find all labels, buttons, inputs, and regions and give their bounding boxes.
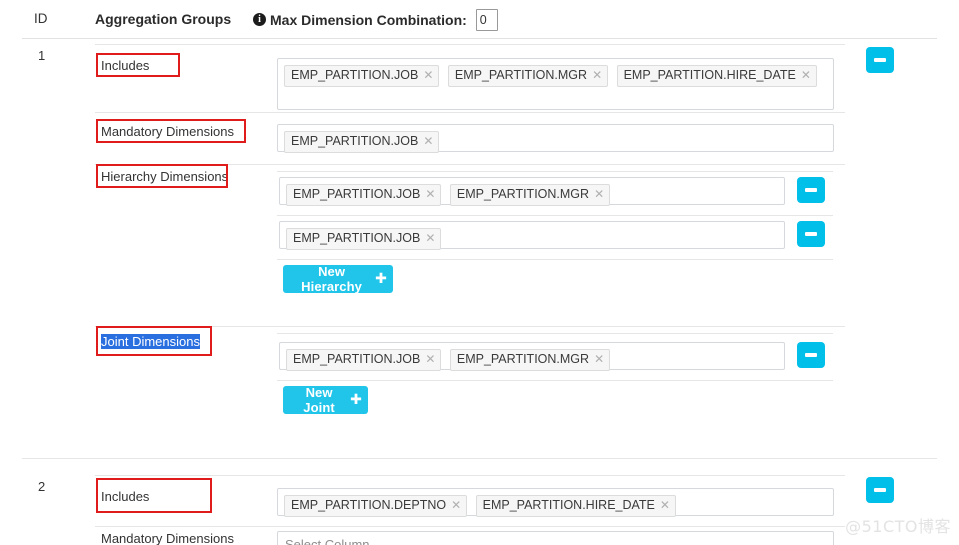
max-dimension-combination-label: Max Dimension Combination: [270, 12, 467, 28]
group-divider [22, 458, 937, 459]
hierarchy-tag-input-1-1[interactable]: EMP_PARTITION.JOB ✕ EMP_PARTITION.MGR ✕ [279, 177, 785, 206]
tag-label: EMP_PARTITION.JOB [291, 68, 419, 82]
tag-label: EMP_PARTITION.MGR [456, 352, 590, 366]
joint-tag-input-1-1[interactable]: EMP_PARTITION.JOB ✕ EMP_PARTITION.MGR ✕ [279, 342, 785, 371]
tag-chip[interactable]: EMP_PARTITION.JOB ✕ [286, 349, 442, 371]
tag-label: EMP_PARTITION.JOB [293, 231, 421, 245]
close-icon[interactable]: ✕ [451, 498, 461, 512]
row-divider [277, 333, 833, 334]
annotation-box-joint-1 [96, 326, 212, 356]
close-icon[interactable]: ✕ [423, 68, 433, 82]
new-hierarchy-label: New Hierarchy [301, 264, 363, 294]
close-icon[interactable]: ✕ [594, 187, 604, 201]
header-divider [22, 38, 937, 39]
mandatory-placeholder-2: Select Column [285, 537, 370, 545]
annotation-box-includes-2 [96, 478, 212, 513]
tag-label: EMP_PARTITION.DEPTNO [291, 498, 447, 512]
annotation-box-includes-1 [96, 53, 180, 77]
tag-chip[interactable]: EMP_PARTITION.JOB ✕ [286, 228, 442, 250]
row-divider [277, 171, 833, 172]
group-id-2: 2 [38, 479, 46, 494]
close-icon[interactable]: ✕ [423, 134, 433, 148]
row-divider [277, 259, 833, 260]
tag-chip[interactable]: EMP_PARTITION.MGR ✕ [449, 349, 611, 371]
close-icon[interactable]: ✕ [425, 231, 435, 245]
remove-hierarchy-button-2[interactable] [797, 221, 825, 247]
row-divider [95, 475, 845, 476]
watermark: @51CTO博客 [845, 517, 951, 536]
tag-chip[interactable]: EMP_PARTITION.MGR ✕ [449, 184, 611, 206]
row-divider [277, 215, 833, 216]
remove-group-button-1[interactable] [866, 47, 894, 73]
new-hierarchy-button[interactable]: New Hierarchy ✚ [283, 264, 393, 294]
aggregation-groups-page: ID Aggregation Groups i Max Dimension Co… [0, 0, 959, 545]
close-icon[interactable]: ✕ [660, 498, 670, 512]
new-joint-label: New Joint [303, 385, 335, 415]
includes-tag-input-2[interactable]: EMP_PARTITION.DEPTNO ✕ EMP_PARTITION.HIRE… [277, 488, 834, 517]
tag-chip[interactable]: EMP_PARTITION.DEPTNO ✕ [284, 495, 468, 517]
tag-label: EMP_PARTITION.JOB [293, 352, 421, 366]
mandatory-tag-input-1[interactable]: EMP_PARTITION.JOB ✕ [277, 124, 834, 153]
remove-hierarchy-button-1[interactable] [797, 177, 825, 203]
plus-icon: ✚ [350, 392, 362, 408]
plus-icon: ✚ [375, 271, 387, 287]
max-dimension-combination-group: i Max Dimension Combination: [253, 9, 498, 31]
annotation-box-hierarchy-1 [96, 164, 228, 188]
tag-label: EMP_PARTITION.JOB [293, 187, 421, 201]
row-divider [277, 380, 833, 381]
tag-chip[interactable]: EMP_PARTITION.JOB ✕ [284, 65, 440, 87]
row-divider [95, 112, 845, 113]
tag-chip[interactable]: EMP_PARTITION.HIRE_DATE ✕ [616, 65, 817, 87]
tag-label: EMP_PARTITION.MGR [454, 68, 588, 82]
tag-chip[interactable]: EMP_PARTITION.JOB ✕ [286, 184, 442, 206]
annotation-box-mandatory-1 [96, 119, 246, 143]
remove-group-button-2[interactable] [866, 477, 894, 503]
close-icon[interactable]: ✕ [594, 352, 604, 366]
info-icon[interactable]: i [253, 12, 266, 26]
close-icon[interactable]: ✕ [592, 68, 602, 82]
column-header-aggregation-groups: Aggregation Groups [95, 11, 232, 27]
tag-label: EMP_PARTITION.MGR [456, 187, 590, 201]
tag-label: EMP_PARTITION.JOB [291, 134, 419, 148]
column-header-id: ID [34, 11, 48, 26]
new-joint-button[interactable]: New Joint ✚ [283, 385, 368, 415]
tag-label: EMP_PARTITION.HIRE_DATE [623, 68, 796, 82]
close-icon[interactable]: ✕ [425, 187, 435, 201]
group-id-1: 1 [38, 48, 46, 63]
tag-chip[interactable]: EMP_PARTITION.JOB ✕ [284, 131, 440, 153]
close-icon[interactable]: ✕ [425, 352, 435, 366]
tag-chip[interactable]: EMP_PARTITION.MGR ✕ [447, 65, 609, 87]
table-header: ID Aggregation Groups i Max Dimension Co… [0, 0, 959, 38]
remove-joint-button-1[interactable] [797, 342, 825, 368]
hierarchy-tag-input-1-2[interactable]: EMP_PARTITION.JOB ✕ [279, 221, 785, 250]
row-divider [95, 44, 845, 45]
close-icon[interactable]: ✕ [801, 68, 811, 82]
tag-label: EMP_PARTITION.HIRE_DATE [482, 498, 655, 512]
max-dimension-combination-input[interactable] [475, 9, 498, 31]
includes-tag-input-1[interactable]: EMP_PARTITION.JOB ✕ EMP_PARTITION.MGR ✕ EM… [277, 58, 834, 110]
label-mandatory-2: Mandatory Dimensions [101, 531, 234, 545]
row-divider [95, 526, 845, 527]
tag-chip[interactable]: EMP_PARTITION.HIRE_DATE ✕ [475, 495, 676, 517]
